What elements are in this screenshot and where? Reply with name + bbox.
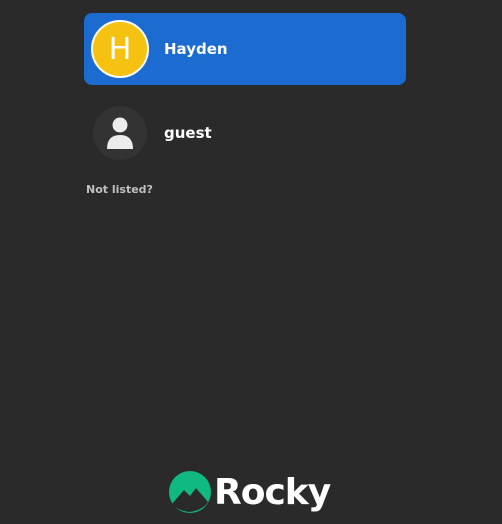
logo-text: Rocky [214,471,331,513]
user-row-hayden[interactable]: H Hayden [84,13,406,85]
avatar-initial: H [108,31,132,67]
not-listed-link[interactable]: Not listed? [86,183,153,196]
rocky-mountain-icon [169,471,211,513]
rocky-logo: Rocky [168,470,331,514]
user-avatar-guest [91,104,149,162]
person-icon [107,117,133,149]
user-row-guest[interactable]: guest [84,97,406,169]
user-name-hayden: Hayden [164,40,228,58]
user-avatar-hayden: H [91,20,149,78]
user-list: H Hayden guest [84,13,406,181]
user-name-guest: guest [164,124,212,142]
